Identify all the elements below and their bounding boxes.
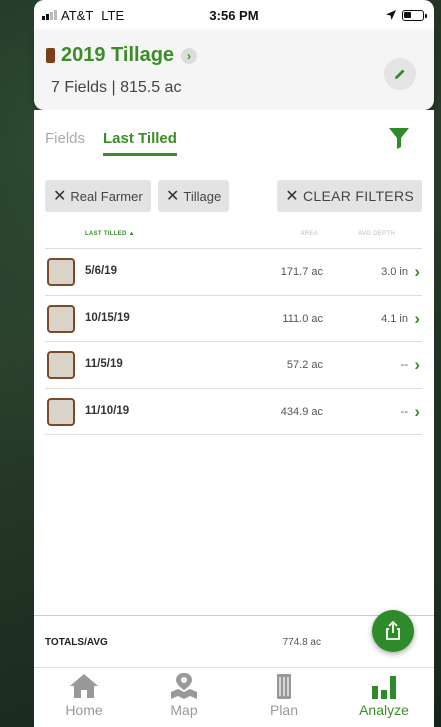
table-row[interactable]: 11/10/19 434.9 ac -- ›: [45, 389, 422, 435]
tabbar-analyze[interactable]: Analyze: [334, 668, 434, 727]
home-icon: [70, 674, 98, 698]
cell-area: 434.9 ac: [280, 405, 323, 418]
cell-date: 11/10/19: [85, 404, 130, 417]
tab-fields[interactable]: Fields: [45, 130, 85, 147]
row-checkbox[interactable]: [47, 258, 75, 286]
cell-depth: --: [400, 359, 408, 371]
close-icon[interactable]: ✕: [53, 186, 66, 206]
tabbar-label: Plan: [269, 702, 299, 718]
map-icon: [171, 673, 197, 699]
filter-chip[interactable]: ✕ Tillage: [158, 180, 230, 212]
filter-icon[interactable]: [388, 126, 410, 150]
filter-chip-label: Real Farmer: [70, 188, 143, 204]
totals-row: TOTALS/AVG 774.8 ac: [34, 610, 434, 667]
plan-subtitle: 7 Fields | 815.5 ac: [51, 79, 182, 96]
clear-filters-label: CLEAR FILTERS: [303, 188, 414, 204]
tabbar-map[interactable]: Map: [134, 668, 234, 727]
analyze-icon: [372, 676, 396, 699]
chevron-right-icon[interactable]: ›: [414, 355, 420, 375]
cell-date: 5/6/19: [85, 265, 117, 277]
column-area[interactable]: AREA: [300, 231, 318, 237]
filter-chips: ✕ Real Farmer ✕ Tillage ✕ CLEAR FILTERS: [45, 180, 422, 212]
cell-depth: 4.1 in: [381, 312, 408, 325]
plan-title[interactable]: 2019 Tillage: [61, 44, 174, 67]
cell-depth: 3.0 in: [381, 266, 408, 278]
close-icon[interactable]: ✕: [166, 186, 179, 206]
tabbar-label: Analyze: [359, 702, 409, 718]
plan-title-row[interactable]: 2019 Tillage ›: [46, 44, 198, 67]
tab-last-tilled[interactable]: Last Tilled: [103, 130, 177, 156]
filter-chip[interactable]: ✕ Real Farmer: [45, 180, 151, 212]
chevron-right-icon[interactable]: ›: [414, 402, 420, 422]
tabbar-label: Map: [170, 702, 198, 718]
table-row[interactable]: 5/6/19 171.7 ac 3.0 in ›: [45, 249, 422, 296]
totals-area: 774.8 ac: [282, 637, 321, 648]
location-icon: [386, 10, 396, 20]
plan-color-swatch: [46, 48, 55, 63]
cell-date: 10/15/19: [85, 311, 130, 324]
pencil-icon: [395, 69, 405, 79]
chevron-right-icon[interactable]: ›: [181, 47, 198, 64]
cell-area: 57.2 ac: [286, 359, 323, 371]
status-bar: AT&T LTE 3:56 PM: [34, 0, 434, 30]
cell-date: 11/5/19: [85, 358, 123, 370]
status-time: 3:56 PM: [209, 7, 259, 23]
battery-icon: [402, 9, 427, 21]
table-body: 5/6/19 171.7 ac 3.0 in › 10/15/19 111.0 …: [45, 249, 422, 435]
column-last-tilled[interactable]: LAST TILLED ▲: [85, 231, 135, 237]
table-row[interactable]: 10/15/19 111.0 ac 4.1 in ›: [45, 296, 422, 342]
column-avg-depth[interactable]: AVG DEPTH: [358, 231, 395, 237]
chevron-right-icon[interactable]: ›: [414, 262, 420, 282]
close-icon: ✕: [285, 188, 299, 205]
filter-chip-label: Tillage: [183, 188, 222, 204]
table-row[interactable]: 11/5/19 57.2 ac -- ›: [45, 342, 422, 389]
tabbar-home[interactable]: Home: [34, 668, 134, 727]
share-icon: [386, 621, 400, 640]
row-checkbox[interactable]: [47, 397, 75, 426]
tabbar-label: Home: [65, 702, 103, 718]
edit-button[interactable]: [384, 58, 416, 90]
totals-label: TOTALS/AVG: [45, 637, 108, 648]
cell-area: 171.7 ac: [280, 266, 323, 278]
share-button[interactable]: [372, 610, 414, 652]
clear-filters-button[interactable]: ✕ CLEAR FILTERS: [277, 180, 422, 212]
plan-header: 2019 Tillage › 7 Fields | 815.5 ac: [34, 30, 434, 110]
plan-icon: [277, 674, 291, 699]
row-checkbox[interactable]: [47, 304, 75, 333]
table-header: LAST TILLED ▲ AREA AVG DEPTH: [45, 227, 422, 249]
tab-bar: Fields Last Tilled: [45, 130, 177, 156]
cell-area: 111.0 ac: [282, 312, 323, 325]
cell-depth: --: [400, 405, 408, 418]
tabbar-plan[interactable]: Plan: [234, 668, 334, 727]
bottom-tab-bar: Home Map Plan Analyze: [34, 667, 434, 727]
chevron-right-icon[interactable]: ›: [414, 309, 420, 329]
analyze-panel: Fields Last Tilled ✕ Real Farmer ✕ Tilla…: [34, 110, 434, 727]
row-checkbox[interactable]: [47, 351, 75, 379]
